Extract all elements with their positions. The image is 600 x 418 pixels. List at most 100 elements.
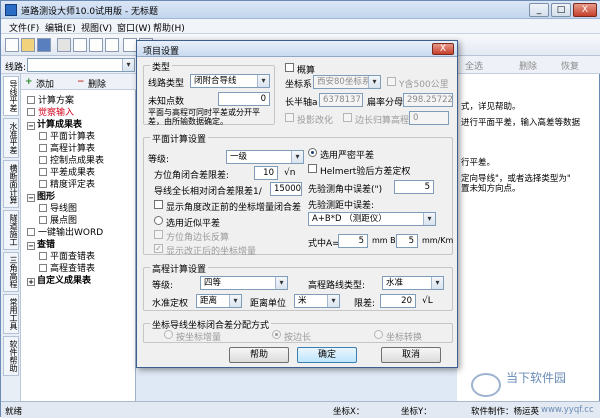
menu-bar: 文件(F) 编辑(E) 视图(V) 窗口(W) 帮助(H) [1,19,600,34]
height-group: 高程计算设置 等级: 四等 高程路线类型: 水准 水准定权 距离 距离单位 米 … [143,262,453,311]
dist-formula-select[interactable]: A+B*D （测距仪） [308,212,436,226]
copy-icon[interactable] [89,38,103,52]
angle-error-input[interactable]: 5 [394,180,434,194]
limit-input[interactable]: 20 [380,294,416,308]
formula-a-label: 式中A= [308,239,340,249]
undo-icon[interactable] [123,38,137,52]
add-button[interactable]: 添加 [36,77,54,90]
limit-unit: √L [422,296,433,306]
dist-coord-increment-radio[interactable] [164,330,173,339]
angle-error-label: 先验测角中误差(") [308,185,383,195]
level-weight-select[interactable]: 距离 [196,294,242,308]
dist-error-label: 先验测距中误差: [308,201,375,211]
limit-label: 限差: [354,299,376,309]
edge-elev-checkbox[interactable] [343,113,352,122]
doc-line: 进行平面平差，输入高差等数据 [461,118,581,128]
tab-cross-section[interactable]: 横断面计算 [3,160,19,208]
flattening-label: 扁率分母 [367,98,404,108]
coord-system-label: 坐标系 [285,80,313,90]
new-file-icon[interactable] [5,38,19,52]
azimuth-inverse-label: 方位角边长反算 [166,233,230,243]
plane-group-title: 平面计算设置 [150,132,209,145]
restore-button[interactable]: 恢复 [561,59,579,72]
project-settings-dialog: 项目设置 X 类型 线路类型 闭附合导线 未知点数 0 平面与高程可同时平差或分… [136,40,458,368]
strict-adjust-radio[interactable] [308,148,317,157]
height-group-title: 高程计算设置 [150,262,209,275]
coord-system-select[interactable]: 西安80坐标系 [313,75,381,89]
route-type-select[interactable]: 闭附合导线 [190,74,270,88]
show-after-checkbox[interactable]: ✓ [154,244,163,253]
edge-elev-input[interactable]: 0 [409,111,449,125]
strict-adjust-label: 选用严密平差 [320,151,375,161]
approx-checkbox[interactable] [285,63,294,72]
show-angle-checkbox[interactable] [154,200,163,209]
minimize-button[interactable]: _ [529,3,549,17]
status-ready: 就绪 [5,407,23,417]
y500-checkbox[interactable] [387,77,396,86]
cancel-button[interactable]: 取消 [381,347,441,363]
dist-coord-transform-radio[interactable] [374,330,383,339]
formula-a-input[interactable]: 5 [338,234,368,248]
doc-line: 置未知方向点。 [461,184,521,194]
tab-level-adjust[interactable]: 水准平差 [3,118,19,158]
status-bar: 就绪 坐标X： 坐标Y： 软件制作：杨运英 www.yyqf.cc [1,401,600,418]
select-all-button[interactable]: 全选 [465,59,483,72]
approx-adjust-radio[interactable] [154,216,163,225]
semi-axis-input[interactable]: 6378137 [319,93,363,107]
unknown-points-input[interactable]: 0 [218,92,270,106]
height-route-type-select[interactable]: 水准 [382,276,444,290]
plane-grade-select[interactable]: 一级 [226,150,304,164]
maximize-button[interactable]: □ [551,3,571,17]
menu-file[interactable]: 文件(F) [9,21,39,34]
height-grade-select[interactable]: 四等 [200,276,288,290]
cut-icon[interactable] [73,38,87,52]
type-group: 类型 线路类型 闭附合导线 未知点数 0 平面与高程可同时平差或分开平差，由所输… [143,60,275,126]
tree-toolbar: + 添加 − 删除 [21,74,136,90]
formula-b-input[interactable]: 5 [396,234,418,248]
tree-group[interactable]: + 自定义成果表 [27,273,91,286]
azimuth-limit-label: 方位角闭合差限差: [154,171,230,181]
tab-tools[interactable]: 常用工具 [3,294,19,334]
menu-window[interactable]: 窗口(W) [117,21,151,34]
flattening-input[interactable]: 298.2572221 [403,93,453,107]
tab-traverse-adjust[interactable]: 导线平差 [3,76,19,116]
doc-line: 式，详见帮助。 [461,102,521,112]
dist-edge-length-radio[interactable] [272,330,281,339]
tab-tunnel[interactable]: 隧道施工 [3,210,19,250]
type-note: 平面与高程可同时平差或分开平差，由所输数据确定。 [148,108,260,126]
print-icon[interactable] [57,38,71,52]
paste-icon[interactable] [105,38,119,52]
rel-closure-label: 导线全长相对闭合差限差1/ [154,187,262,197]
level-weight-label: 水准定权 [152,299,189,309]
menu-help[interactable]: 帮助(H) [153,21,185,34]
menu-view[interactable]: 视图(V) [81,21,112,34]
delete-item-button[interactable]: 删除 [88,77,106,90]
y500-label: Y含500公里 [399,80,449,90]
plus-icon: + [25,77,33,87]
close-button[interactable]: X [573,3,597,17]
dist-edge-length-label: 按边长 [284,333,312,343]
height-grade-label: 等级: [152,281,174,291]
delete-button[interactable]: 删除 [519,59,537,72]
plane-group: 平面计算设置 等级: 一级 方位角闭合差限差: 10 √n 导线全长相对闭合差限… [143,132,453,257]
help-button[interactable]: 帮助 [229,347,289,363]
open-folder-icon[interactable] [21,38,35,52]
helmert-checkbox[interactable] [308,164,317,173]
rel-closure-input[interactable]: 15000 [270,182,302,196]
save-icon[interactable] [37,38,51,52]
doc-line: 行平差。 [461,158,496,168]
azimuth-inverse-checkbox[interactable] [154,230,163,239]
ok-button[interactable]: 确定 [297,347,357,363]
status-coord-x: 坐标X： [333,407,365,417]
show-after-label: 显示改正后的坐标增量 [166,247,257,257]
menu-edit[interactable]: 编辑(E) [45,21,76,34]
azimuth-limit-input[interactable]: 10 [254,166,278,180]
projection-checkbox[interactable] [285,113,294,122]
route-select[interactable] [27,58,135,72]
tab-trig-height[interactable]: 三角高程 [3,252,19,292]
dist-unit-select[interactable]: 米 [294,294,340,308]
tab-help[interactable]: 软件帮助 [3,336,19,376]
semi-axis-label: 长半轴a [285,98,318,108]
dist-coord-transform-label: 坐标转换 [386,333,423,343]
dialog-close-button[interactable]: X [432,43,454,55]
